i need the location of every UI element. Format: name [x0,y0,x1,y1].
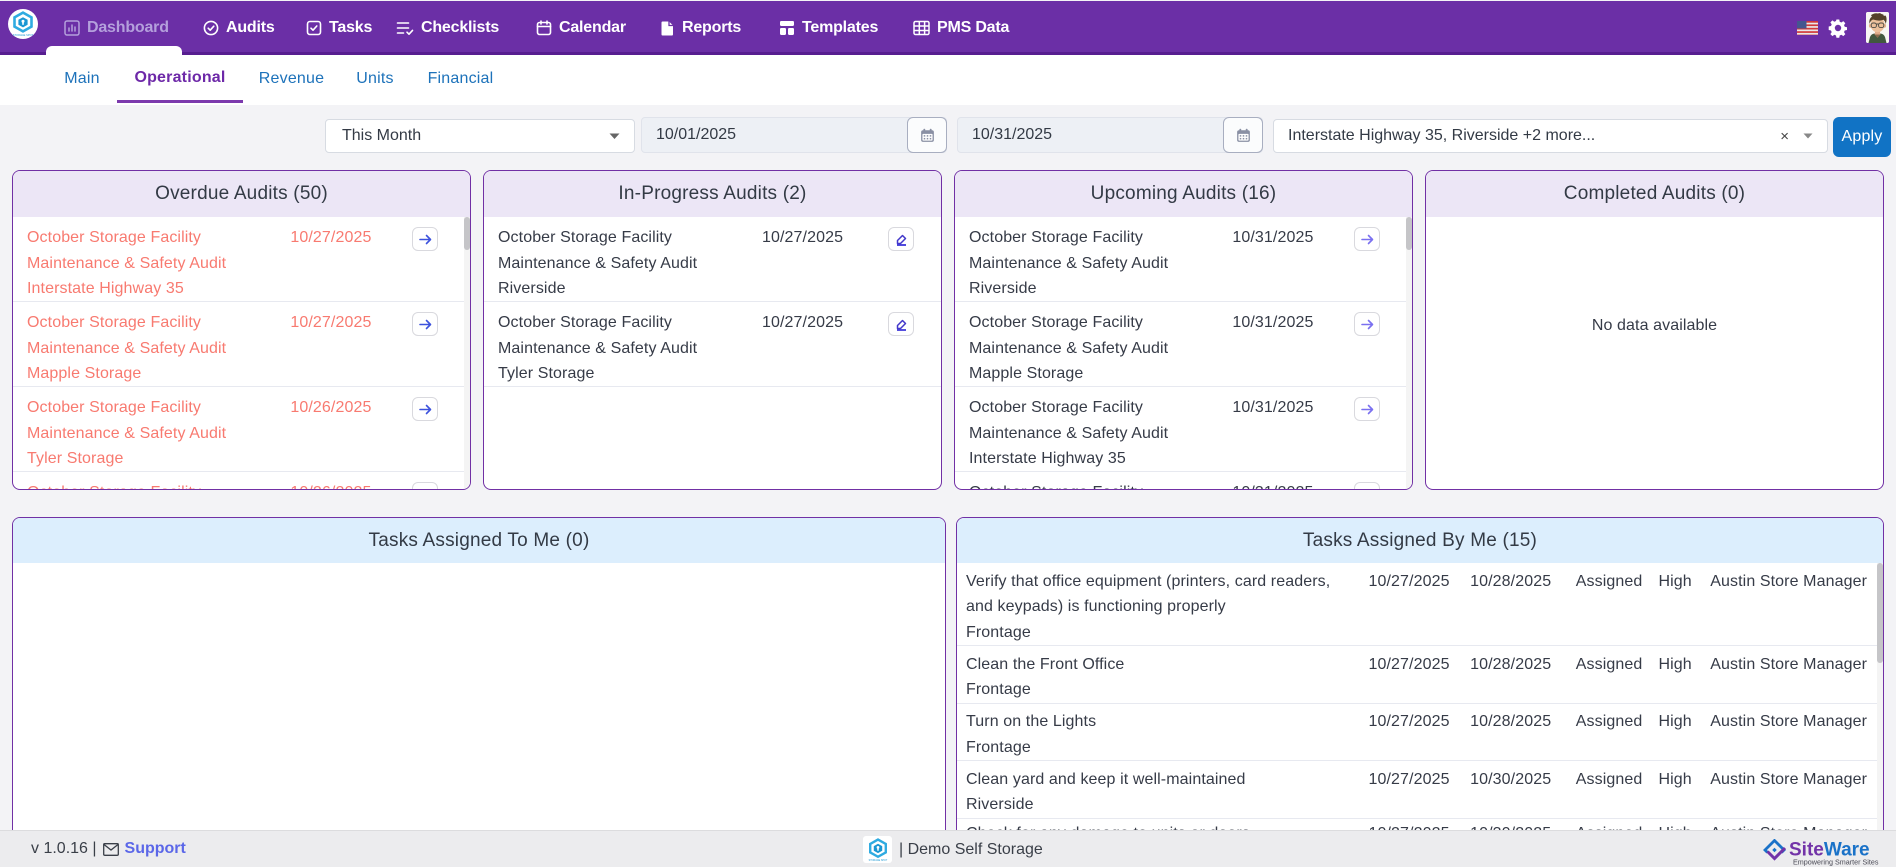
svg-text:Empowering Smarter Sites: Empowering Smarter Sites [1793,858,1879,867]
svg-text:STORAGE SPOT: STORAGE SPOT [13,33,34,37]
svg-text:STORAGE SPOT: STORAGE SPOT [868,859,887,862]
